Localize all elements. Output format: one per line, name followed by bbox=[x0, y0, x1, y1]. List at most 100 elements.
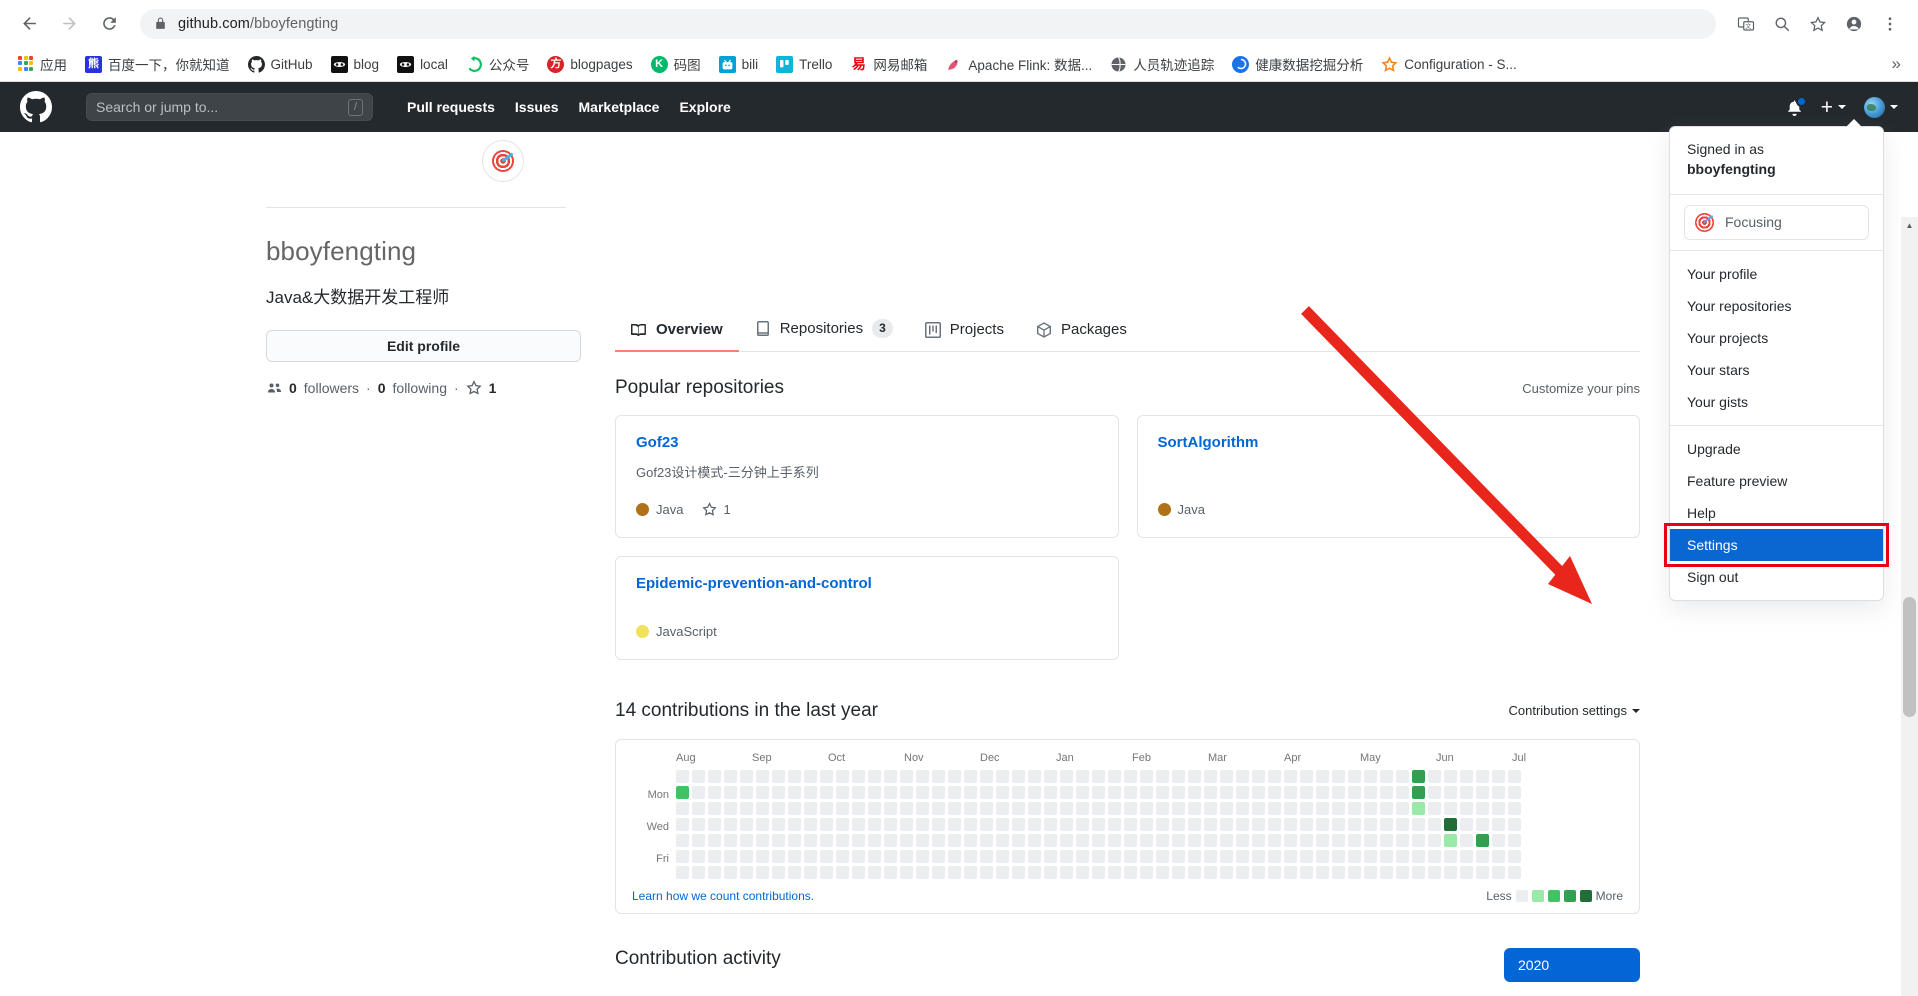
calendar-day-cell[interactable] bbox=[1076, 865, 1089, 879]
calendar-day-cell[interactable] bbox=[1252, 865, 1265, 879]
calendar-day-cell[interactable] bbox=[1380, 865, 1393, 879]
calendar-day-cell[interactable] bbox=[996, 865, 1009, 879]
bookmark-github[interactable]: GitHub bbox=[240, 52, 321, 77]
calendar-day-cell[interactable] bbox=[1316, 785, 1329, 799]
calendar-day-cell[interactable] bbox=[1156, 769, 1169, 783]
bookmarks-overflow-button[interactable]: » bbox=[1884, 54, 1909, 74]
calendar-day-cell[interactable] bbox=[676, 801, 689, 815]
calendar-day-cell[interactable] bbox=[724, 801, 737, 815]
tab-repositories[interactable]: Repositories 3 bbox=[739, 319, 909, 351]
calendar-day-cell[interactable] bbox=[1172, 785, 1185, 799]
calendar-day-cell[interactable] bbox=[1188, 769, 1201, 783]
menu-your-repositories[interactable]: Your repositories bbox=[1670, 290, 1883, 322]
calendar-day-cell[interactable] bbox=[1492, 801, 1505, 815]
calendar-day-cell[interactable] bbox=[1412, 801, 1425, 815]
menu-your-stars[interactable]: Your stars bbox=[1670, 354, 1883, 386]
calendar-day-cell[interactable] bbox=[1108, 769, 1121, 783]
calendar-day-cell[interactable] bbox=[1332, 769, 1345, 783]
calendar-day-cell[interactable] bbox=[1092, 785, 1105, 799]
calendar-day-cell[interactable] bbox=[1476, 865, 1489, 879]
calendar-day-cell[interactable] bbox=[1028, 833, 1041, 847]
calendar-day-cell[interactable] bbox=[1460, 785, 1473, 799]
calendar-day-cell[interactable] bbox=[1444, 817, 1457, 831]
calendar-day-cell[interactable] bbox=[1204, 769, 1217, 783]
calendar-day-cell[interactable] bbox=[1364, 849, 1377, 863]
search-input[interactable]: Search or jump to... / bbox=[86, 93, 373, 121]
calendar-day-cell[interactable] bbox=[1028, 817, 1041, 831]
calendar-day-cell[interactable] bbox=[900, 785, 913, 799]
calendar-day-cell[interactable] bbox=[1012, 769, 1025, 783]
bookmark-blog[interactable]: blog bbox=[323, 52, 388, 77]
calendar-day-cell[interactable] bbox=[852, 833, 865, 847]
nav-explore[interactable]: Explore bbox=[679, 99, 730, 115]
calendar-day-cell[interactable] bbox=[676, 865, 689, 879]
calendar-day-cell[interactable] bbox=[1140, 801, 1153, 815]
calendar-day-cell[interactable] bbox=[1508, 865, 1521, 879]
calendar-day-cell[interactable] bbox=[1124, 849, 1137, 863]
calendar-day-cell[interactable] bbox=[708, 801, 721, 815]
menu-your-projects[interactable]: Your projects bbox=[1670, 322, 1883, 354]
calendar-day-cell[interactable] bbox=[900, 769, 913, 783]
calendar-day-cell[interactable] bbox=[740, 817, 753, 831]
address-bar[interactable]: github.com/bboyfengting bbox=[140, 8, 1716, 39]
calendar-day-cell[interactable] bbox=[1444, 865, 1457, 879]
calendar-day-cell[interactable] bbox=[1460, 865, 1473, 879]
calendar-day-cell[interactable] bbox=[1492, 817, 1505, 831]
calendar-day-cell[interactable] bbox=[804, 801, 817, 815]
bookmark-netease-mail[interactable]: 易 网易邮箱 bbox=[842, 50, 935, 78]
calendar-day-cell[interactable] bbox=[1092, 769, 1105, 783]
calendar-day-cell[interactable] bbox=[1108, 849, 1121, 863]
calendar-day-cell[interactable] bbox=[1140, 817, 1153, 831]
calendar-day-cell[interactable] bbox=[772, 817, 785, 831]
calendar-day-cell[interactable] bbox=[724, 833, 737, 847]
calendar-day-cell[interactable] bbox=[1108, 833, 1121, 847]
forward-button[interactable] bbox=[52, 7, 86, 41]
calendar-day-cell[interactable] bbox=[1252, 801, 1265, 815]
calendar-day-cell[interactable] bbox=[852, 769, 865, 783]
calendar-day-cell[interactable] bbox=[1348, 769, 1361, 783]
calendar-day-cell[interactable] bbox=[756, 817, 769, 831]
calendar-day-cell[interactable] bbox=[1108, 865, 1121, 879]
calendar-day-cell[interactable] bbox=[1284, 785, 1297, 799]
calendar-day-cell[interactable] bbox=[1156, 865, 1169, 879]
calendar-day-cell[interactable] bbox=[1492, 833, 1505, 847]
calendar-day-cell[interactable] bbox=[932, 817, 945, 831]
calendar-day-cell[interactable] bbox=[1252, 769, 1265, 783]
calendar-day-cell[interactable] bbox=[836, 769, 849, 783]
repo-name-link[interactable]: SortAlgorithm bbox=[1158, 434, 1620, 451]
calendar-day-cell[interactable] bbox=[1156, 833, 1169, 847]
bookmark-star-icon[interactable] bbox=[1802, 8, 1834, 40]
calendar-day-cell[interactable] bbox=[788, 769, 801, 783]
calendar-day-cell[interactable] bbox=[1156, 785, 1169, 799]
calendar-day-cell[interactable] bbox=[1412, 849, 1425, 863]
calendar-day-cell[interactable] bbox=[1508, 785, 1521, 799]
calendar-day-cell[interactable] bbox=[708, 865, 721, 879]
repo-name-link[interactable]: Gof23 bbox=[636, 434, 1098, 451]
calendar-day-cell[interactable] bbox=[1428, 769, 1441, 783]
calendar-day-cell[interactable] bbox=[804, 833, 817, 847]
calendar-day-cell[interactable] bbox=[1108, 785, 1121, 799]
calendar-day-cell[interactable] bbox=[1188, 849, 1201, 863]
calendar-day-cell[interactable] bbox=[1332, 801, 1345, 815]
calendar-day-cell[interactable] bbox=[820, 849, 833, 863]
calendar-day-cell[interactable] bbox=[804, 865, 817, 879]
calendar-day-cell[interactable] bbox=[1380, 785, 1393, 799]
calendar-day-cell[interactable] bbox=[1076, 785, 1089, 799]
calendar-day-cell[interactable] bbox=[1236, 785, 1249, 799]
calendar-day-cell[interactable] bbox=[676, 833, 689, 847]
nav-issues[interactable]: Issues bbox=[515, 99, 559, 115]
calendar-day-cell[interactable] bbox=[1284, 769, 1297, 783]
calendar-day-cell[interactable] bbox=[724, 785, 737, 799]
calendar-day-cell[interactable] bbox=[948, 769, 961, 783]
calendar-day-cell[interactable] bbox=[1012, 865, 1025, 879]
calendar-day-cell[interactable] bbox=[868, 833, 881, 847]
calendar-day-cell[interactable] bbox=[1268, 785, 1281, 799]
calendar-day-cell[interactable] bbox=[852, 817, 865, 831]
calendar-day-cell[interactable] bbox=[916, 865, 929, 879]
calendar-day-cell[interactable] bbox=[804, 769, 817, 783]
calendar-day-cell[interactable] bbox=[836, 849, 849, 863]
calendar-day-cell[interactable] bbox=[932, 769, 945, 783]
calendar-day-cell[interactable] bbox=[1444, 769, 1457, 783]
calendar-day-cell[interactable] bbox=[1364, 785, 1377, 799]
calendar-day-cell[interactable] bbox=[1268, 833, 1281, 847]
